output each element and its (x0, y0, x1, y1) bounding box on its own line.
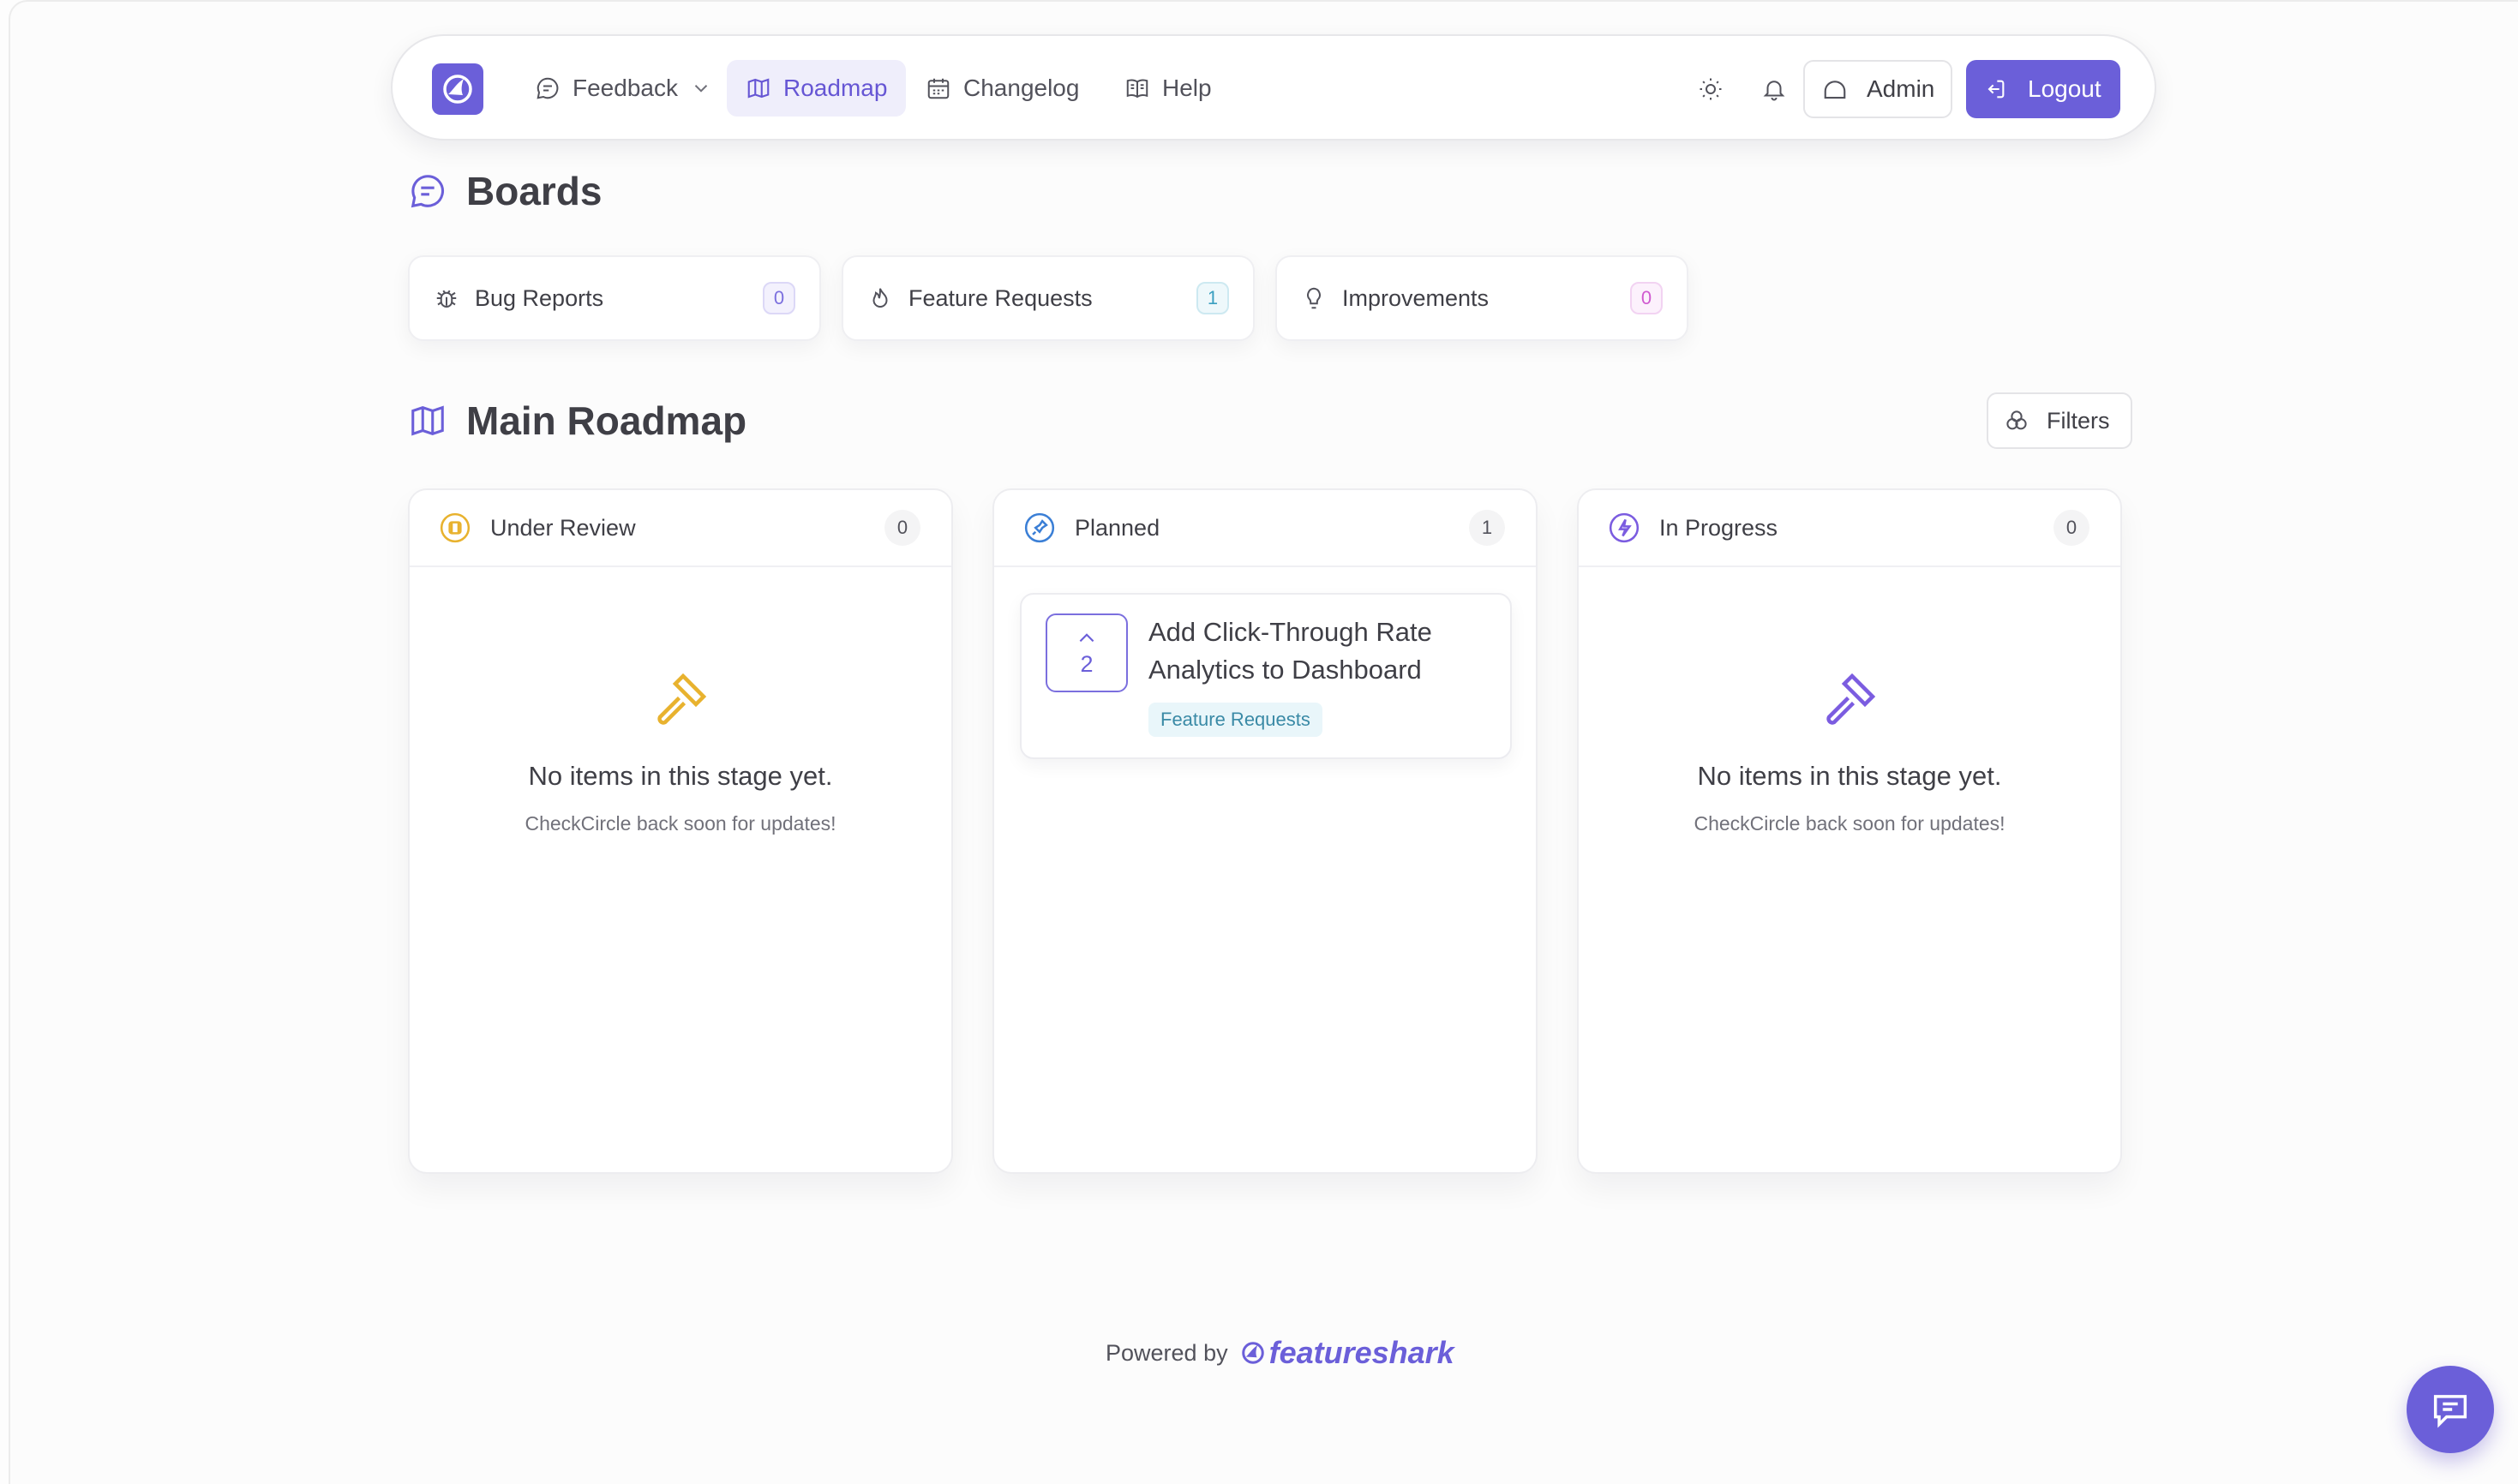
filters-label: Filters (2047, 407, 2110, 434)
empty-subtext: CheckCircle back soon for updates! (525, 812, 836, 835)
chevron-up-icon (1079, 632, 1094, 642)
count-badge: 0 (763, 282, 795, 314)
board-improvements[interactable]: Improvements 0 (1275, 255, 1688, 341)
pause-circle-icon (440, 512, 471, 543)
logout-icon (1987, 80, 2005, 99)
theme-toggle-button[interactable] (1688, 67, 1733, 111)
column-count: 0 (884, 510, 920, 546)
board-label: Feature Requests (908, 284, 1093, 311)
nav-help-label: Help (1162, 75, 1212, 101)
column-header: Under Review 0 (410, 490, 951, 567)
column-header: In Progress 0 (1579, 490, 2120, 567)
column-title: In Progress (1659, 514, 1778, 541)
column-in-progress: In Progress 0 No items in this stage yet… (1577, 488, 2122, 1174)
calendar-icon (927, 78, 950, 99)
hammer-icon (1826, 673, 1876, 725)
nav-help[interactable]: Help (1106, 60, 1231, 117)
board-feature-requests[interactable]: Feature Requests 1 (842, 255, 1255, 341)
logout-label: Logout (2028, 75, 2101, 102)
bolt-circle-icon (1609, 512, 1640, 543)
empty-state: No items in this stage yet. CheckCircle … (1579, 668, 2120, 835)
column-title: Under Review (490, 514, 636, 541)
brand-logo[interactable]: featureshark (1240, 1335, 1454, 1371)
map-icon (411, 405, 444, 436)
empty-message: No items in this stage yet. (528, 761, 833, 791)
count-badge: 1 (1196, 282, 1229, 314)
logout-button[interactable]: Logout (1966, 60, 2120, 118)
powered-by-label: Powered by (1106, 1339, 1228, 1366)
shark-fin-logo-icon (1241, 1342, 1264, 1364)
filters-button[interactable]: Filters (1987, 392, 2132, 449)
map-icon (747, 78, 770, 99)
nav-feedback[interactable]: Feedback (516, 60, 731, 117)
bell-icon (1763, 81, 1785, 101)
empty-state: No items in this stage yet. CheckCircle … (410, 668, 951, 835)
shark-fin-logo-icon (443, 75, 472, 104)
flame-icon (872, 288, 888, 308)
chat-widget-button[interactable] (2407, 1366, 2494, 1453)
column-planned: Planned 1 2 Add Click-Through Rate Analy… (992, 488, 1538, 1174)
powered-by[interactable]: Powered by featureshark (1106, 1335, 1454, 1371)
nav-feedback-label: Feedback (573, 75, 678, 101)
boards-title: Boards (466, 169, 603, 213)
empty-subtext: CheckCircle back soon for updates! (1694, 812, 2005, 835)
brand-name: featureshark (1268, 1335, 1454, 1370)
item-title[interactable]: Add Click-Through Rate Analytics to Dash… (1148, 613, 1491, 689)
top-navbar: Feedback Roadmap Changelog Help Admin Lo… (391, 34, 2156, 141)
chat-icon (2433, 1395, 2467, 1428)
filter-circles-icon (2006, 410, 2027, 430)
item-board-tag: Feature Requests (1148, 703, 1322, 737)
roadmap-heading: Main Roadmap (408, 398, 746, 444)
nav-changelog-label: Changelog (963, 75, 1080, 101)
lightbulb-icon (1307, 287, 1321, 309)
admin-label: Admin (1867, 75, 1935, 102)
chat-bubble-icon (537, 77, 559, 99)
board-label: Bug Reports (475, 284, 604, 311)
column-count: 0 (2053, 510, 2089, 546)
boards-heading: Boards (408, 168, 602, 214)
app-logo[interactable] (432, 63, 483, 115)
roadmap-item-card[interactable]: 2 Add Click-Through Rate Analytics to Da… (1020, 593, 1512, 759)
board-label: Improvements (1342, 284, 1490, 311)
nav-roadmap-label: Roadmap (783, 75, 888, 101)
column-header: Planned 1 (994, 490, 1536, 567)
page-frame: Feedback Roadmap Changelog Help Admin Lo… (9, 0, 2518, 1484)
vote-count: 2 (1080, 650, 1094, 677)
dashboard-icon (1824, 81, 1846, 99)
admin-button[interactable]: Admin (1803, 60, 1952, 118)
chevron-down-icon[interactable] (690, 77, 712, 99)
book-icon (1126, 79, 1148, 99)
count-badge: 0 (1630, 282, 1663, 314)
nav-changelog[interactable]: Changelog (907, 60, 1098, 117)
column-title: Planned (1075, 514, 1160, 541)
chat-bubble-icon (411, 175, 444, 208)
roadmap-title: Main Roadmap (466, 398, 747, 443)
empty-message: No items in this stage yet. (1697, 761, 2002, 791)
column-under-review: Under Review 0 No items in this stage ye… (408, 488, 953, 1174)
bug-icon (436, 290, 457, 308)
hammer-icon (657, 673, 707, 725)
upvote-button[interactable]: 2 (1046, 613, 1128, 692)
pin-circle-icon (1024, 512, 1055, 543)
nav-roadmap[interactable]: Roadmap (727, 60, 907, 117)
notifications-button[interactable] (1752, 67, 1796, 111)
sun-icon (1700, 78, 1722, 100)
board-bug-reports[interactable]: Bug Reports 0 (408, 255, 821, 341)
column-count: 1 (1469, 510, 1505, 546)
